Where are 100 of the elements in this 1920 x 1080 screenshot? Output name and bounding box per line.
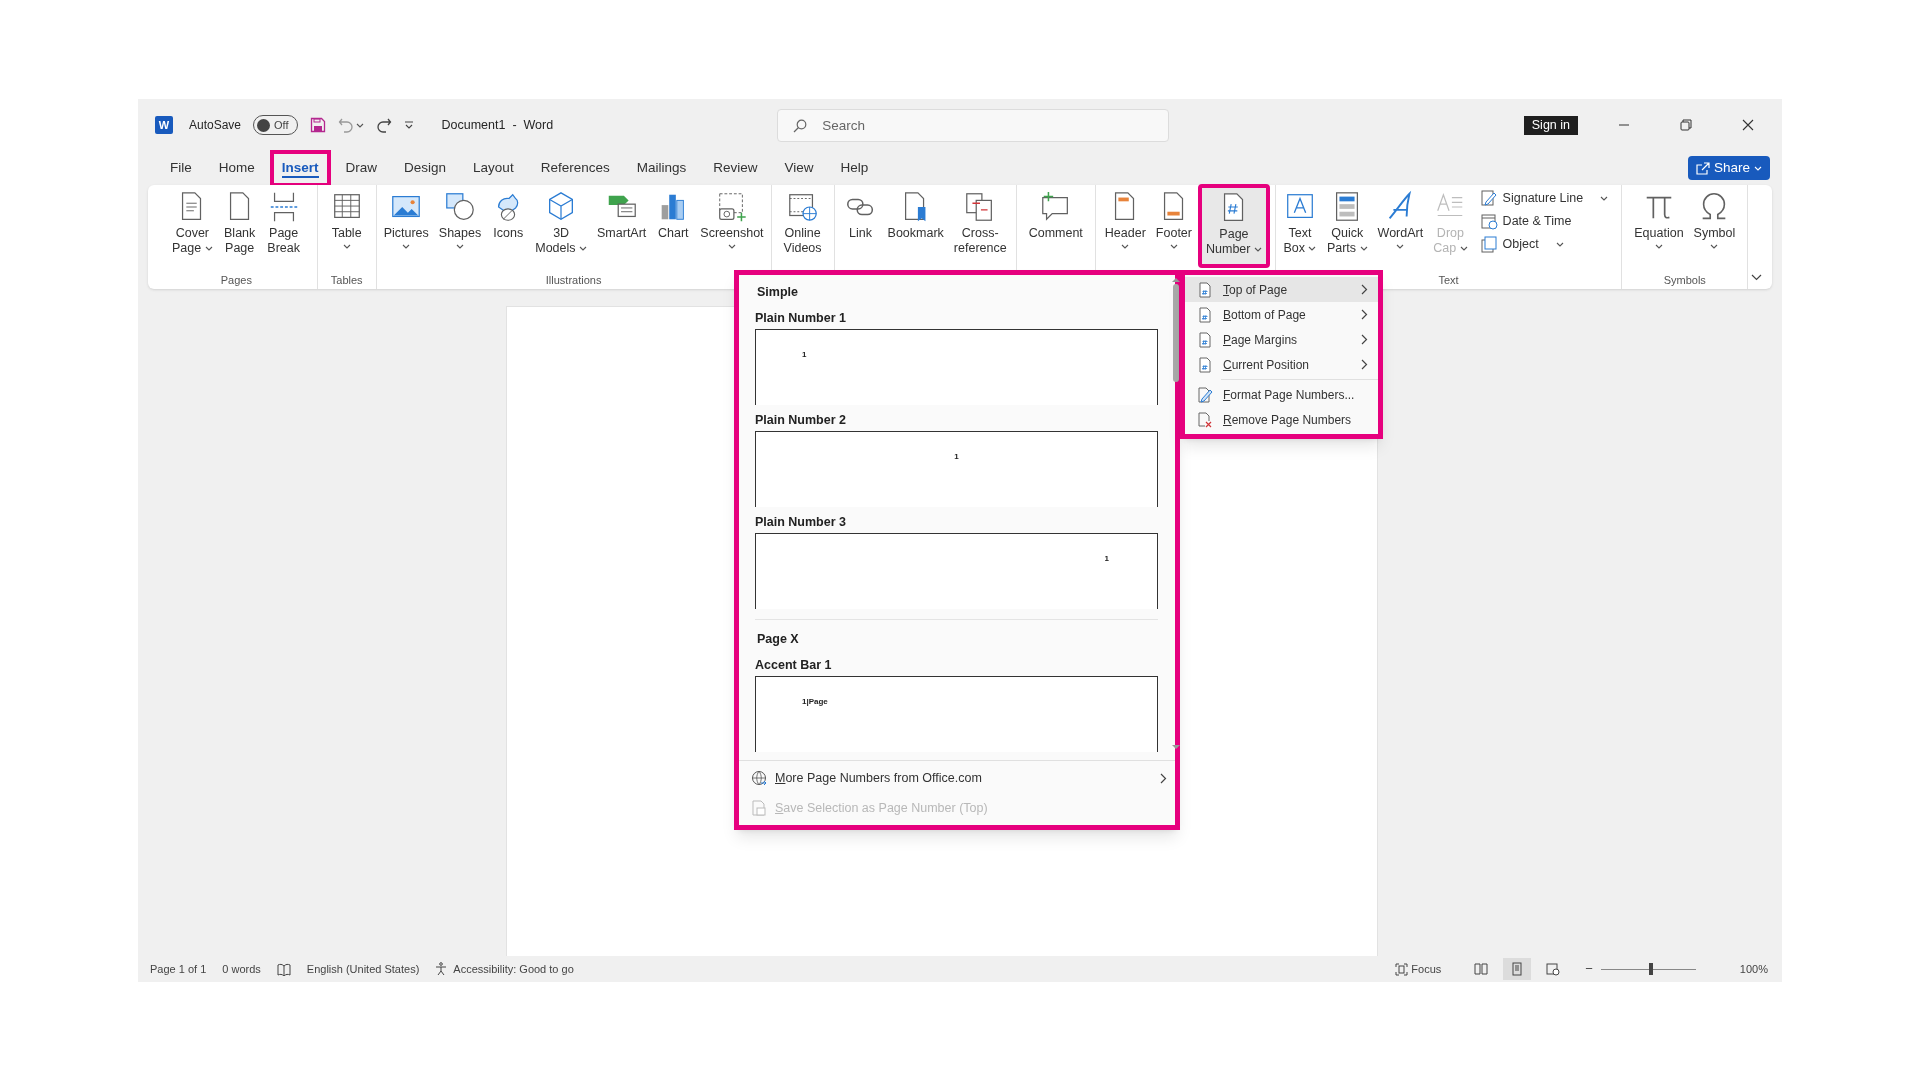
close-icon[interactable] [1742, 119, 1754, 131]
caret-icon [1169, 244, 1178, 249]
caret-icon [1359, 246, 1368, 252]
ribbon-button[interactable]: Footer [1151, 188, 1196, 272]
status-text: English (United States) [306, 961, 420, 977]
zoom-slider[interactable] [1600, 962, 1696, 976]
group-label: Tables [330, 273, 363, 288]
section-heading: Simple [757, 284, 799, 301]
ribbon-button[interactable]: Cover Page [168, 188, 217, 272]
page-remove-icon [1197, 411, 1213, 428]
caret-icon [1600, 195, 1609, 201]
ribbon-button[interactable]: Text Box [1278, 188, 1321, 272]
caret-icon [1253, 247, 1262, 253]
ribbon-button[interactable]: Icons [487, 188, 530, 272]
caret-icon [1654, 244, 1663, 249]
zoom-level[interactable]: 100% [1739, 960, 1768, 978]
page-number-preview[interactable]: 1 [755, 431, 1158, 507]
collapse-ribbon-icon[interactable] [1751, 274, 1762, 281]
ribbon-button[interactable]: Link [839, 188, 882, 272]
ribbon-button[interactable]: Comment [1024, 188, 1087, 272]
ribbon-button[interactable]: Header [1100, 188, 1150, 272]
ribbon-button[interactable]: Pictures [379, 188, 433, 272]
ribbon-tab[interactable]: Mailings [624, 153, 699, 183]
read-mode-icon [1474, 962, 1489, 976]
chevron-right-icon [1361, 284, 1368, 295]
ribbon-tab[interactable]: View [772, 153, 826, 183]
ribbon-button[interactable]: Chart [652, 188, 695, 272]
ribbon-button[interactable]: Equation [1630, 188, 1688, 272]
ribbon-button[interactable]: Page Number [1198, 184, 1270, 268]
caret-icon [1396, 244, 1405, 249]
ribbon-tab[interactable]: Draw [333, 153, 390, 183]
caret-icon [1710, 244, 1719, 249]
caret-icon [1121, 244, 1130, 249]
search-field[interactable]: Search [777, 108, 1170, 142]
page-number-icon [1197, 356, 1213, 373]
ribbon-button[interactable]: Blank Page [218, 188, 261, 272]
ribbon-tab[interactable]: Layout [461, 153, 526, 183]
page-number-preview[interactable]: 1|Page [755, 676, 1158, 752]
gallery-item-label: Plain Number 3 [755, 514, 847, 531]
caret-icon [456, 244, 465, 249]
focus-icon [1395, 962, 1409, 976]
menu-item[interactable]: Page Margins [1185, 327, 1378, 352]
ribbon-button[interactable]: SmartArt [593, 188, 651, 272]
ribbon-small-button[interactable]: Date & Time [1479, 211, 1609, 231]
ribbon-tab[interactable]: File [158, 153, 204, 183]
menu-item[interactable]: More Page Numbers from Office.com [739, 763, 1175, 793]
menu-item[interactable]: Bottom of Page [1185, 302, 1378, 327]
page-number-icon [1197, 331, 1213, 348]
ribbon-tab[interactable]: Help [828, 153, 881, 183]
ribbon-button[interactable]: Shapes [434, 188, 486, 272]
ribbon-tab[interactable]: Review [701, 153, 770, 183]
scroll-up-icon[interactable] [1172, 277, 1180, 282]
slider-thumb[interactable] [1649, 963, 1654, 975]
sign-in-button[interactable]: Sign in [1523, 115, 1578, 135]
search-icon [793, 118, 808, 133]
ribbon-tab[interactable]: References [528, 153, 622, 183]
chevron-right-icon [1361, 309, 1368, 320]
autosave-label: AutoSave [189, 117, 242, 134]
page-number-preview[interactable]: 1 [755, 533, 1158, 609]
ribbon-button[interactable]: Symbol [1689, 188, 1740, 272]
save-icon[interactable] [309, 117, 326, 133]
page-edit-icon [1197, 386, 1213, 403]
share-button[interactable]: Share [1687, 156, 1770, 180]
zoom-out-button[interactable]: − [1585, 959, 1593, 979]
scrollbar-thumb[interactable] [1173, 284, 1179, 382]
chevron-right-icon [1361, 359, 1368, 370]
ribbon-small-button[interactable]: Signature Line [1479, 188, 1609, 208]
ribbon-button[interactable]: 3D Models [531, 188, 591, 272]
caret-icon [1459, 246, 1468, 252]
ribbon-button[interactable]: WordArt [1373, 188, 1428, 272]
menu-item[interactable]: Top of Page [1185, 277, 1378, 302]
accessibility-status[interactable]: Accessibility: Good to go [435, 960, 574, 978]
view-button[interactable] [1503, 958, 1532, 980]
ribbon-tab[interactable]: Home [206, 153, 267, 183]
save-selection-icon [751, 800, 767, 816]
redo-icon[interactable] [375, 117, 392, 133]
menu-item[interactable]: Format Page Numbers... [1185, 382, 1378, 407]
print-layout-icon [1510, 962, 1525, 976]
caret-icon [579, 246, 587, 252]
menu-item[interactable]: Remove Page Numbers [1185, 407, 1378, 432]
restore-icon[interactable] [1680, 119, 1692, 131]
signature-icon [1479, 189, 1498, 207]
ribbon-button[interactable]: Table [325, 188, 368, 272]
scroll-down-icon[interactable] [1172, 745, 1180, 750]
page-number-icon [1197, 281, 1213, 298]
book-icon[interactable] [276, 962, 291, 976]
caret-icon [402, 244, 411, 249]
focus-button[interactable]: Focus [1395, 960, 1442, 978]
group-label: Symbols [1663, 273, 1706, 288]
window-title: Document1 - Word [441, 116, 554, 134]
page-number-preview[interactable]: 1 [755, 329, 1158, 405]
gallery-item-label: Accent Bar 1 [755, 657, 833, 674]
ribbon-small-button[interactable]: Object [1479, 234, 1609, 254]
ribbon-tab[interactable]: Design [392, 153, 459, 183]
ribbon-button[interactable]: Screenshot [696, 188, 768, 272]
web-layout-icon [1546, 962, 1561, 976]
menu-item[interactable]: Current Position [1185, 352, 1378, 377]
caret-icon [727, 244, 736, 249]
ribbon-button[interactable]: Page Break [262, 188, 305, 272]
customize-toolbar-icon[interactable] [403, 120, 414, 130]
